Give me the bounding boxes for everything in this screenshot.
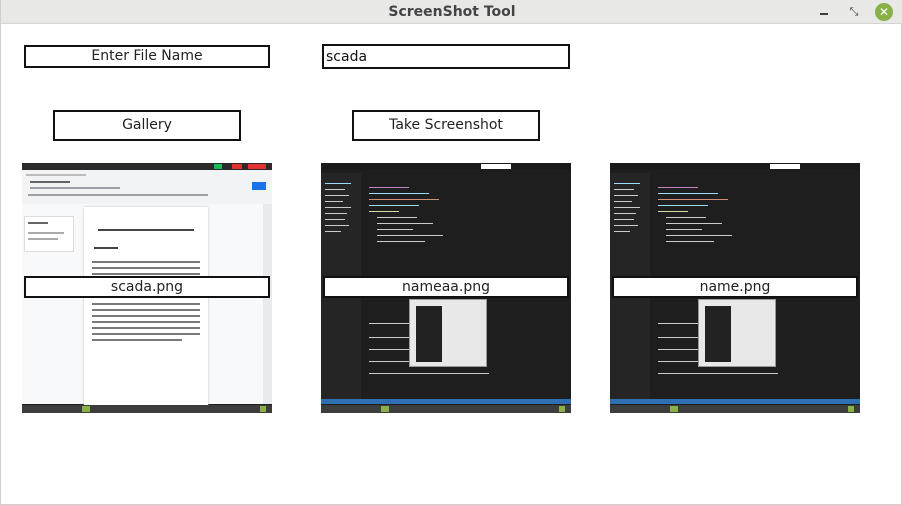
thumbnail-image <box>321 163 571 170</box>
close-icon: ✕ <box>878 5 890 19</box>
screenshot-thumbnail[interactable]: nameaa.png <box>321 163 571 413</box>
take-screenshot-button[interactable]: Take Screenshot <box>352 110 540 141</box>
gallery-button[interactable]: Gallery <box>53 110 241 141</box>
title-bar: ScreenShot Tool ⤡ ✕ <box>1 0 902 24</box>
app-window: ScreenShot Tool ⤡ ✕ Enter File Name Gall… <box>0 0 902 505</box>
maximize-icon: ⤡ <box>849 5 859 18</box>
minimize-icon <box>820 12 828 15</box>
thumbnail-image <box>610 163 860 170</box>
file-name-input[interactable] <box>322 44 570 69</box>
minimize-button[interactable] <box>815 3 833 21</box>
close-button[interactable]: ✕ <box>875 3 893 21</box>
file-name-label: Enter File Name <box>24 45 270 68</box>
thumbnail-filename: name.png <box>612 276 858 298</box>
thumbnail-filename: nameaa.png <box>323 276 569 298</box>
maximize-button[interactable]: ⤡ <box>845 3 863 21</box>
screenshot-thumbnail[interactable]: scada.png <box>22 163 272 413</box>
thumbnail-filename: scada.png <box>24 276 270 298</box>
window-title: ScreenShot Tool <box>388 4 516 20</box>
screenshot-thumbnail[interactable]: name.png <box>610 163 860 413</box>
thumbnail-image <box>22 163 272 170</box>
